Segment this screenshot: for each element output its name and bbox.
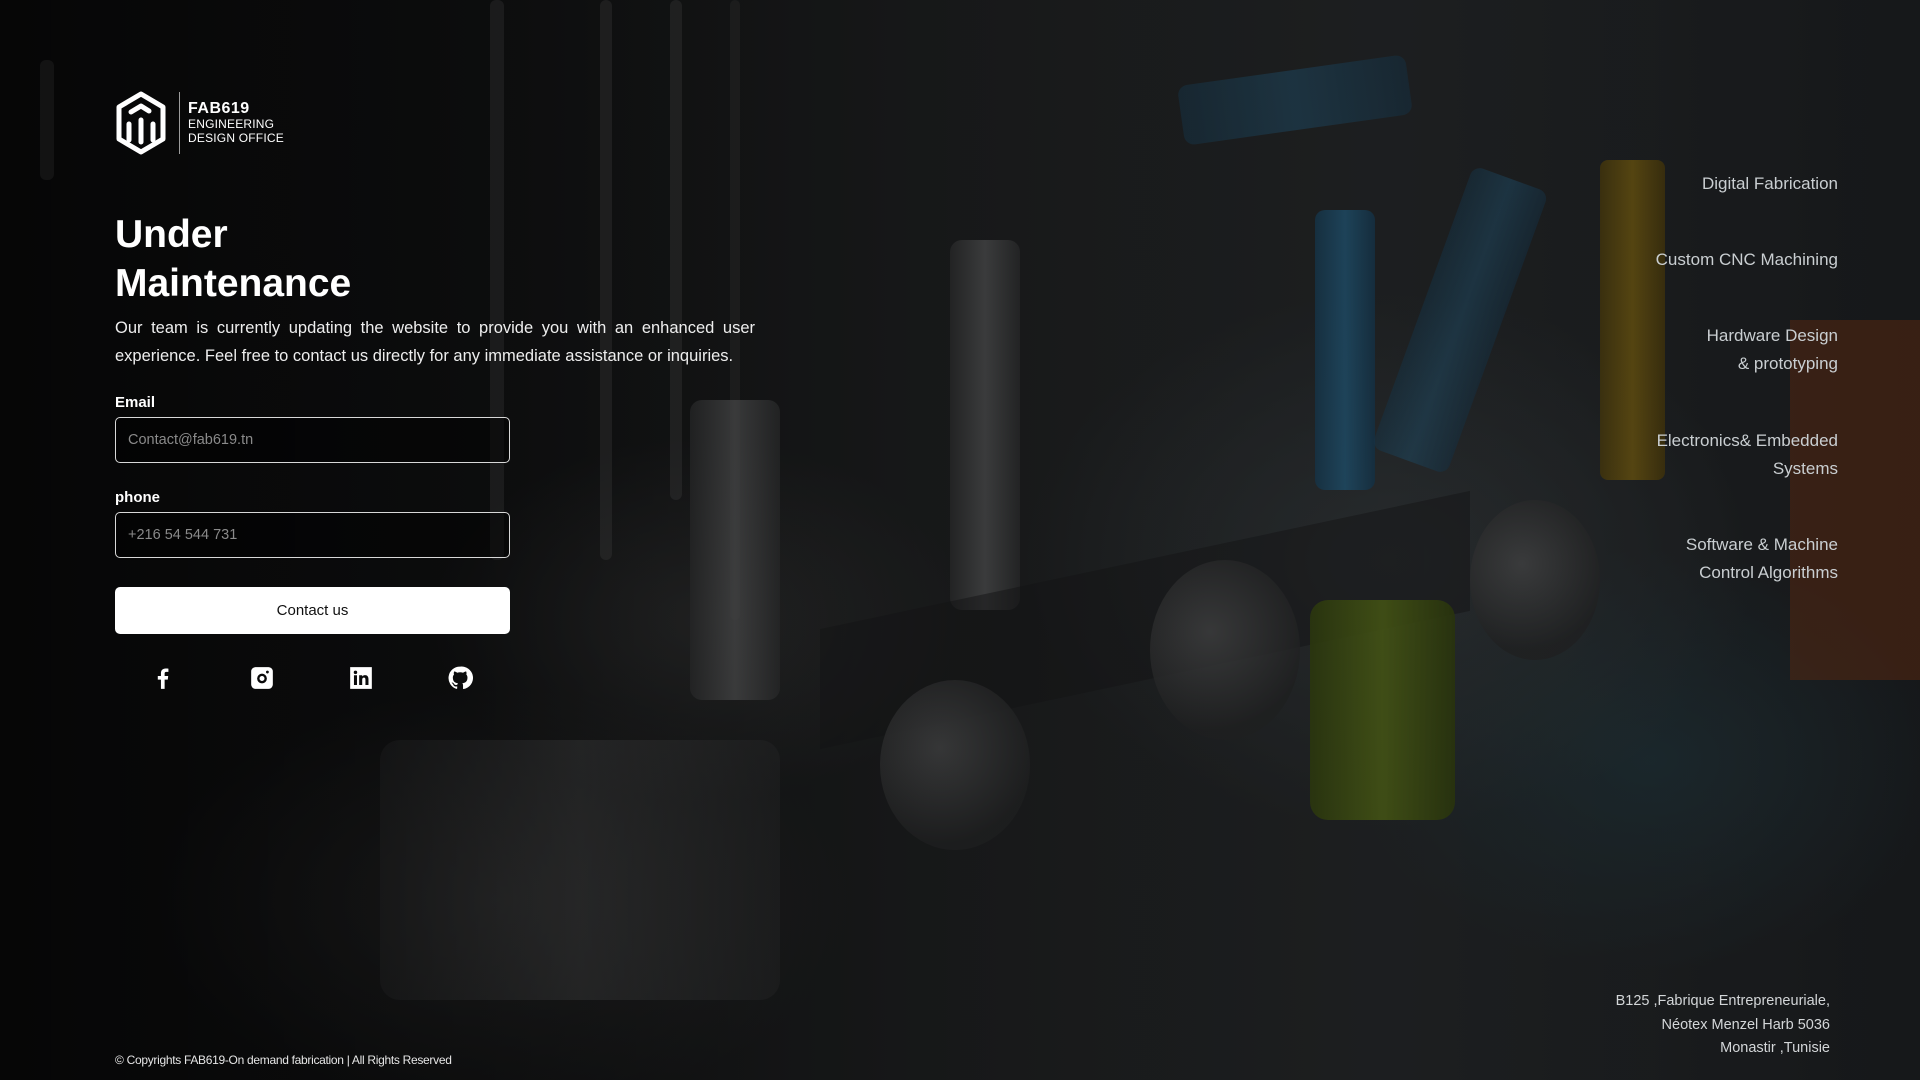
company-address: B125 ,Fabrique Entrepreneuriale, Néotex … [1616, 990, 1830, 1061]
facebook-icon [157, 668, 169, 689]
social-links [145, 660, 541, 696]
service-item-cnc-machining[interactable]: Custom CNC Machining [1656, 246, 1838, 274]
copyright-text: © Copyrights FAB619-On demand fabricatio… [115, 1053, 452, 1067]
brand-logo[interactable]: FAB619 ENGINEERING DESIGN OFFICE [115, 90, 284, 156]
phone-label: phone [115, 489, 160, 506]
linkedin-link[interactable] [343, 660, 442, 696]
linkedin-icon [350, 667, 372, 689]
service-item-digital-fabrication[interactable]: Digital Fabrication [1702, 170, 1838, 198]
contact-us-button[interactable]: Contact us [115, 587, 510, 634]
service-label: Software & Machine [1685, 535, 1838, 554]
service-label: Hardware Design [1706, 326, 1838, 345]
page-content: FAB619 ENGINEERING DESIGN OFFICE Under M… [0, 0, 1920, 1080]
address-line1: B125 ,Fabrique Entrepreneuriale, [1615, 993, 1830, 1009]
service-label: Electronics& Embedded [1656, 431, 1838, 450]
service-label-line2: & prototyping [1737, 354, 1838, 373]
phone-input[interactable] [115, 512, 510, 558]
brand-subtitle-line1: ENGINEERING [188, 117, 275, 132]
hexagon-cube-logo-icon [116, 91, 166, 155]
email-label: Email [115, 394, 156, 411]
instagram-link[interactable] [244, 660, 343, 696]
service-label: Digital Fabrication [1701, 174, 1838, 193]
service-item-software-control[interactable]: Software & Machine Control Algorithms [1686, 531, 1838, 587]
instagram-icon [251, 667, 273, 689]
email-input[interactable] [115, 417, 510, 463]
maintenance-description: Our team is currently updating the websi… [115, 319, 755, 365]
brand-subtitle-line2: DESIGN OFFICE [188, 131, 284, 146]
service-label-line2: Control Algorithms [1699, 563, 1838, 582]
address-line2: Néotex Menzel Harb 5036 [1661, 1016, 1830, 1033]
title-line2: Maintenance [115, 262, 352, 305]
page-title: Under Maintenance [115, 210, 351, 308]
service-label-line2: Systems [1772, 459, 1838, 478]
github-link[interactable] [442, 660, 541, 696]
address-line3: Monastir ,Tunisie [1720, 1040, 1830, 1056]
github-icon [448, 666, 473, 690]
service-item-electronics-embedded[interactable]: Electronics& Embedded Systems [1657, 427, 1838, 483]
logo-divider [179, 92, 180, 154]
brand-name: FAB619 [188, 100, 250, 117]
facebook-link[interactable] [145, 660, 244, 696]
title-line1: Under [115, 213, 228, 256]
service-item-hardware-design[interactable]: Hardware Design & prototyping [1707, 322, 1838, 378]
service-label: Custom CNC Machining [1655, 250, 1838, 269]
